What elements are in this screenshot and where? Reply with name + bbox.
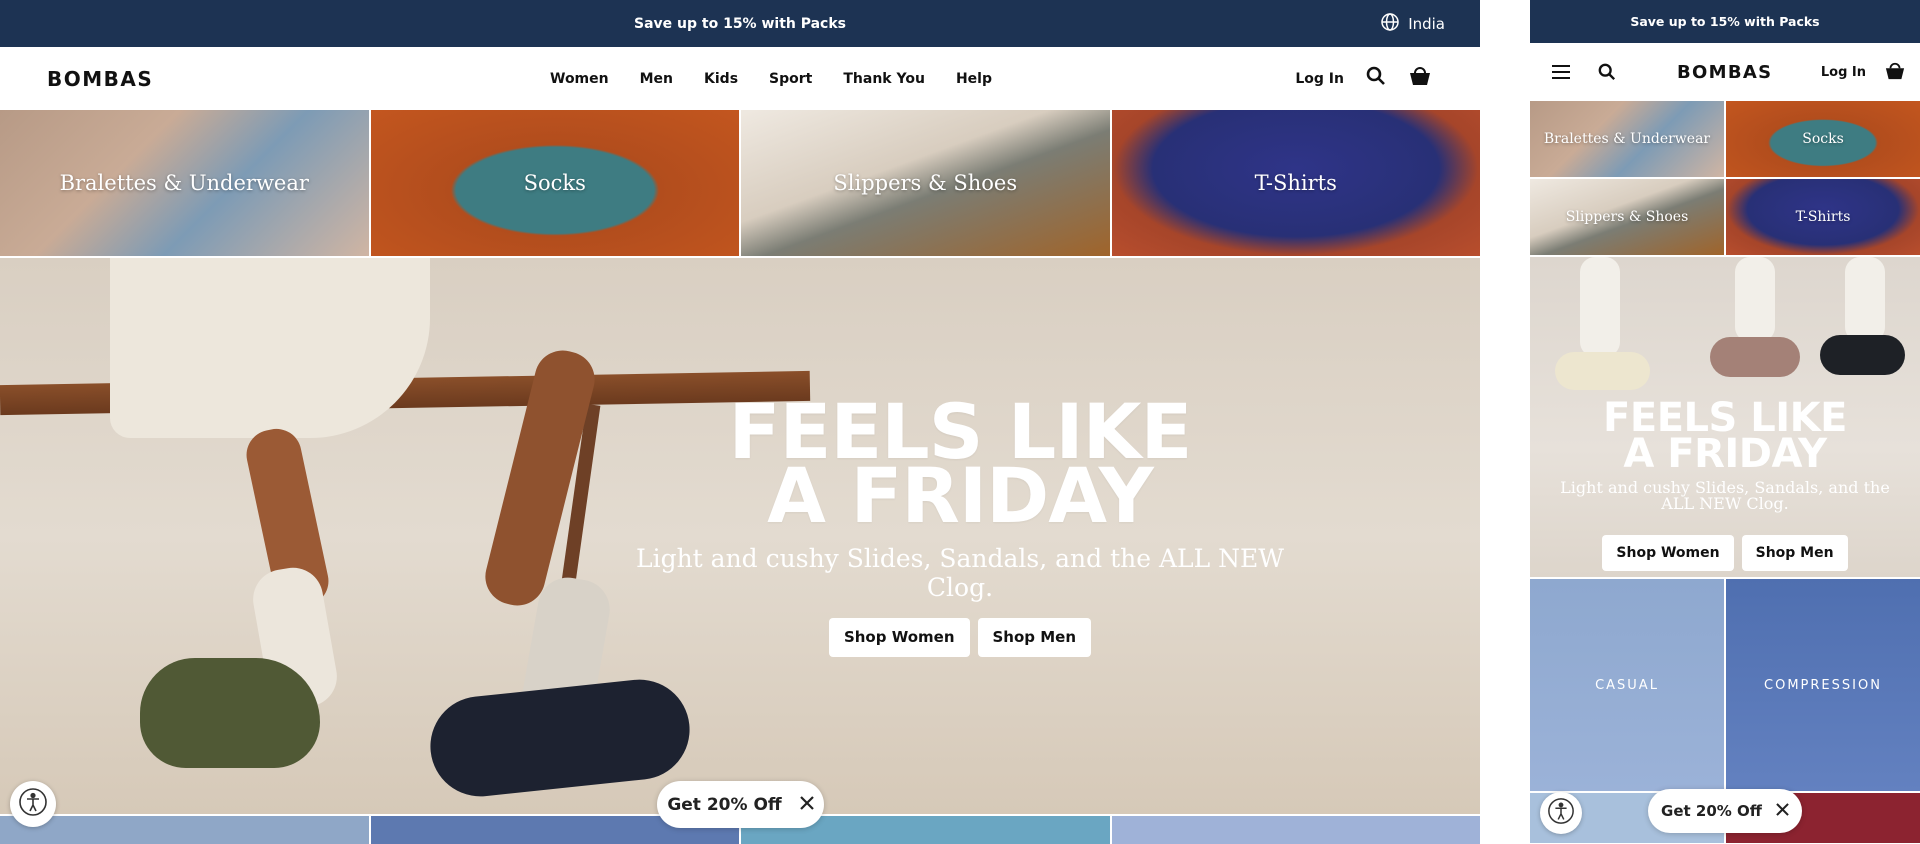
nav-sport[interactable]: Sport [769,71,812,87]
site-header: BOMBAS Women Men Kids Sport Thank You He… [0,47,1480,110]
mobile-style-tiles: CASUAL COMPRESSION [1530,579,1920,791]
mobile-category-tiles: Bralettes & Underwear Socks Slippers & S… [1530,101,1920,255]
mobile-announcement-text[interactable]: Save up to 15% with Packs [1630,14,1819,29]
locale-selector[interactable]: India [1380,0,1445,47]
category-t-shirts[interactable]: T-Shirts [1726,179,1920,255]
nav-women[interactable]: Women [550,71,609,87]
shop-women-button[interactable]: Shop Women [828,618,970,657]
category-tiles: Bralettes & Underwear Socks Slippers & S… [0,110,1480,256]
login-link[interactable]: Log In [1295,71,1344,87]
locale-label: India [1408,14,1445,33]
cart-icon[interactable] [1408,65,1432,92]
category-socks[interactable]: Socks [370,110,739,256]
category-label: Bralettes & Underwear [59,171,309,195]
tile-label: CASUAL [1595,677,1659,693]
mobile-shop-women-button[interactable]: Shop Women [1602,535,1734,571]
announcement-bar[interactable]: Save up to 15% with Packs India [0,0,1480,47]
promo-label[interactable]: Get 20% Off [667,795,781,815]
mobile-hero-title-line2: A FRIDAY [1623,431,1827,477]
bottom-tile[interactable] [0,816,369,844]
mobile-hero-banner: FEELS LIKE A FRIDAY Light and cushy Slid… [1530,257,1920,577]
category-label: Slippers & Shoes [833,171,1018,195]
desktop-view: Save up to 15% with Packs India BOMBAS W… [0,0,1480,844]
nav-men[interactable]: Men [640,71,673,87]
tile-casual[interactable]: CASUAL [1530,579,1724,791]
mobile-header: BOMBAS Log In [1530,43,1920,101]
mobile-view: Save up to 15% with Packs BOMBAS Log In … [1530,0,1920,844]
mobile-announcement-bar[interactable]: Save up to 15% with Packs [1530,0,1920,43]
menu-icon[interactable] [1552,64,1570,85]
search-icon[interactable] [1366,66,1386,91]
hero-buttons: Shop Women Shop Men [620,618,1300,657]
category-label: Bralettes & Underwear [1543,131,1711,147]
accessibility-icon [1547,797,1575,830]
category-label: Socks [1802,131,1844,147]
accessibility-button[interactable] [10,781,56,827]
hero-subtitle: Light and cushy Slides, Sandals, and the… [635,544,1285,602]
mobile-shop-men-button[interactable]: Shop Men [1741,535,1848,571]
category-label: Slippers & Shoes [1565,209,1689,225]
mobile-promo-pill[interactable]: Get 20% Off [1648,789,1802,833]
close-icon[interactable] [799,795,814,815]
nav-help[interactable]: Help [956,71,992,87]
main-nav: Women Men Kids Sport Thank You Help [550,71,992,87]
hero-text-block: FEELS LIKE A FRIDAY Light and cushy Slid… [620,394,1300,657]
mobile-bombas-logo[interactable]: BOMBAS [1677,62,1772,83]
mobile-login-link[interactable]: Log In [1821,65,1866,80]
category-label: T-Shirts [1254,171,1337,195]
accessibility-icon [18,787,48,822]
mobile-hero-subtitle: Light and cushy Slides, Sandals, and the… [1560,478,1890,513]
mobile-hero-text-block: FEELS LIKE A FRIDAY Light and cushy Slid… [1530,398,1920,571]
globe-icon [1380,12,1400,36]
category-slippers-shoes[interactable]: Slippers & Shoes [1530,179,1724,255]
bottom-tile[interactable] [1111,816,1480,844]
category-label: Socks [523,171,586,195]
close-icon[interactable] [1776,802,1789,820]
bombas-logo[interactable]: BOMBAS [47,67,153,91]
category-bralettes-underwear[interactable]: Bralettes & Underwear [0,110,369,256]
category-socks[interactable]: Socks [1726,101,1920,177]
hero-image-model [110,258,695,802]
category-label: T-Shirts [1795,209,1851,225]
category-bralettes-underwear[interactable]: Bralettes & Underwear [1530,101,1724,177]
shop-men-button[interactable]: Shop Men [977,618,1092,657]
nav-thank-you[interactable]: Thank You [843,71,925,87]
mobile-hero-title: FEELS LIKE A FRIDAY [1530,398,1920,477]
promo-pill[interactable]: Get 20% Off [657,781,824,828]
hero-banner: FEELS LIKE A FRIDAY Light and cushy Slid… [0,258,1480,814]
header-tools: Log In [1295,65,1432,92]
tile-label: COMPRESSION [1764,677,1882,693]
mobile-accessibility-button[interactable] [1540,792,1582,834]
mobile-promo-label[interactable]: Get 20% Off [1661,802,1762,820]
search-icon[interactable] [1598,63,1616,86]
hero-title: FEELS LIKE A FRIDAY [620,394,1300,540]
category-t-shirts[interactable]: T-Shirts [1111,110,1480,256]
viewport-gap [1480,0,1530,844]
announcement-text[interactable]: Save up to 15% with Packs [634,16,846,32]
tile-compression[interactable]: COMPRESSION [1726,579,1920,791]
category-slippers-shoes[interactable]: Slippers & Shoes [741,110,1110,256]
cart-icon[interactable] [1884,61,1906,86]
nav-kids[interactable]: Kids [704,71,738,87]
mobile-hero-buttons: Shop Women Shop Men [1530,535,1920,571]
hero-title-line2: A FRIDAY [767,451,1154,540]
